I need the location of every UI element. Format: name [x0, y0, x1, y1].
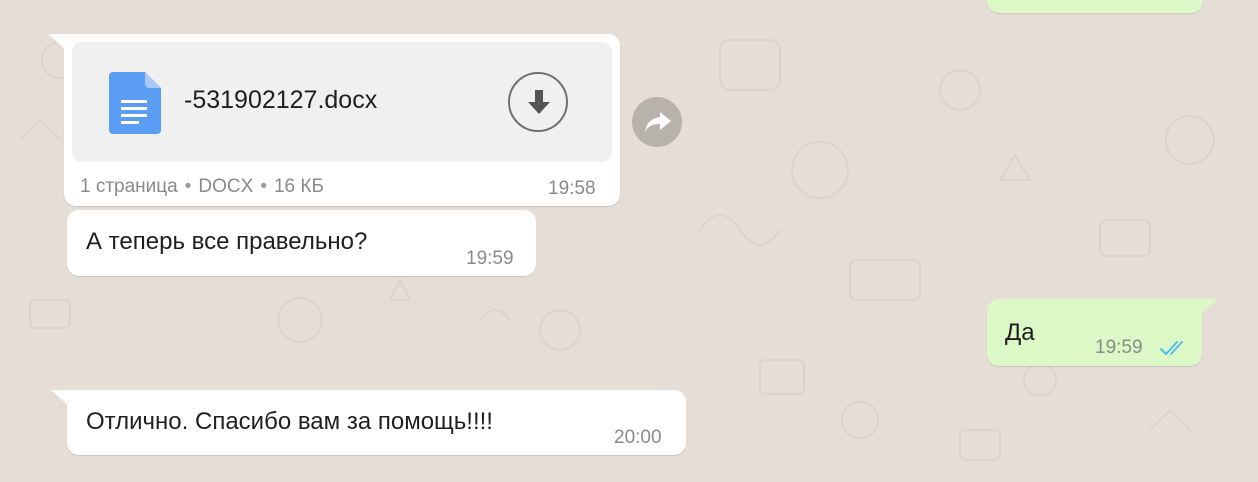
message-time: 19:59	[466, 248, 514, 269]
document-type: DOCX	[198, 176, 254, 197]
meta-separator: •	[184, 176, 192, 197]
document-meta: 1 страница • DOCX • 16 КБ	[80, 176, 324, 198]
forward-button[interactable]	[632, 97, 682, 147]
message-time: 19:59	[1095, 337, 1143, 358]
forward-icon	[644, 110, 672, 139]
document-file-name: -531902127.docx	[184, 86, 378, 114]
bubble-tail	[1200, 299, 1218, 315]
message-bubble-outgoing-previous	[987, 0, 1203, 13]
message-time: 20:00	[614, 427, 662, 448]
message-time: 19:58	[548, 178, 596, 199]
download-icon	[526, 88, 552, 123]
download-button[interactable]	[508, 72, 568, 132]
message-text: Отлично. Спасибо вам за помощь!!!!	[86, 408, 493, 435]
message-bubble-outgoing: Да 19:59	[987, 299, 1218, 366]
document-card[interactable]: -531902127.docx	[72, 42, 612, 162]
bubble-tail	[48, 34, 66, 50]
document-icon	[109, 72, 161, 134]
bubble-tail	[51, 390, 69, 406]
message-bubble-incoming: Отлично. Спасибо вам за помощь!!!! 20:00	[51, 390, 686, 455]
document-pages: 1 страница	[80, 176, 178, 197]
double-check-icon	[1159, 339, 1189, 362]
document-size: 16 КБ	[273, 176, 324, 197]
message-text: Да	[1005, 319, 1035, 346]
document-message-bubble: -531902127.docx 1 страница • DOCX • 16 КБ 19…	[48, 34, 620, 206]
meta-separator: •	[260, 176, 267, 197]
message-text: А теперь все правельно?	[86, 228, 368, 255]
message-bubble-incoming: А теперь все правельно? 19:59	[67, 210, 536, 276]
